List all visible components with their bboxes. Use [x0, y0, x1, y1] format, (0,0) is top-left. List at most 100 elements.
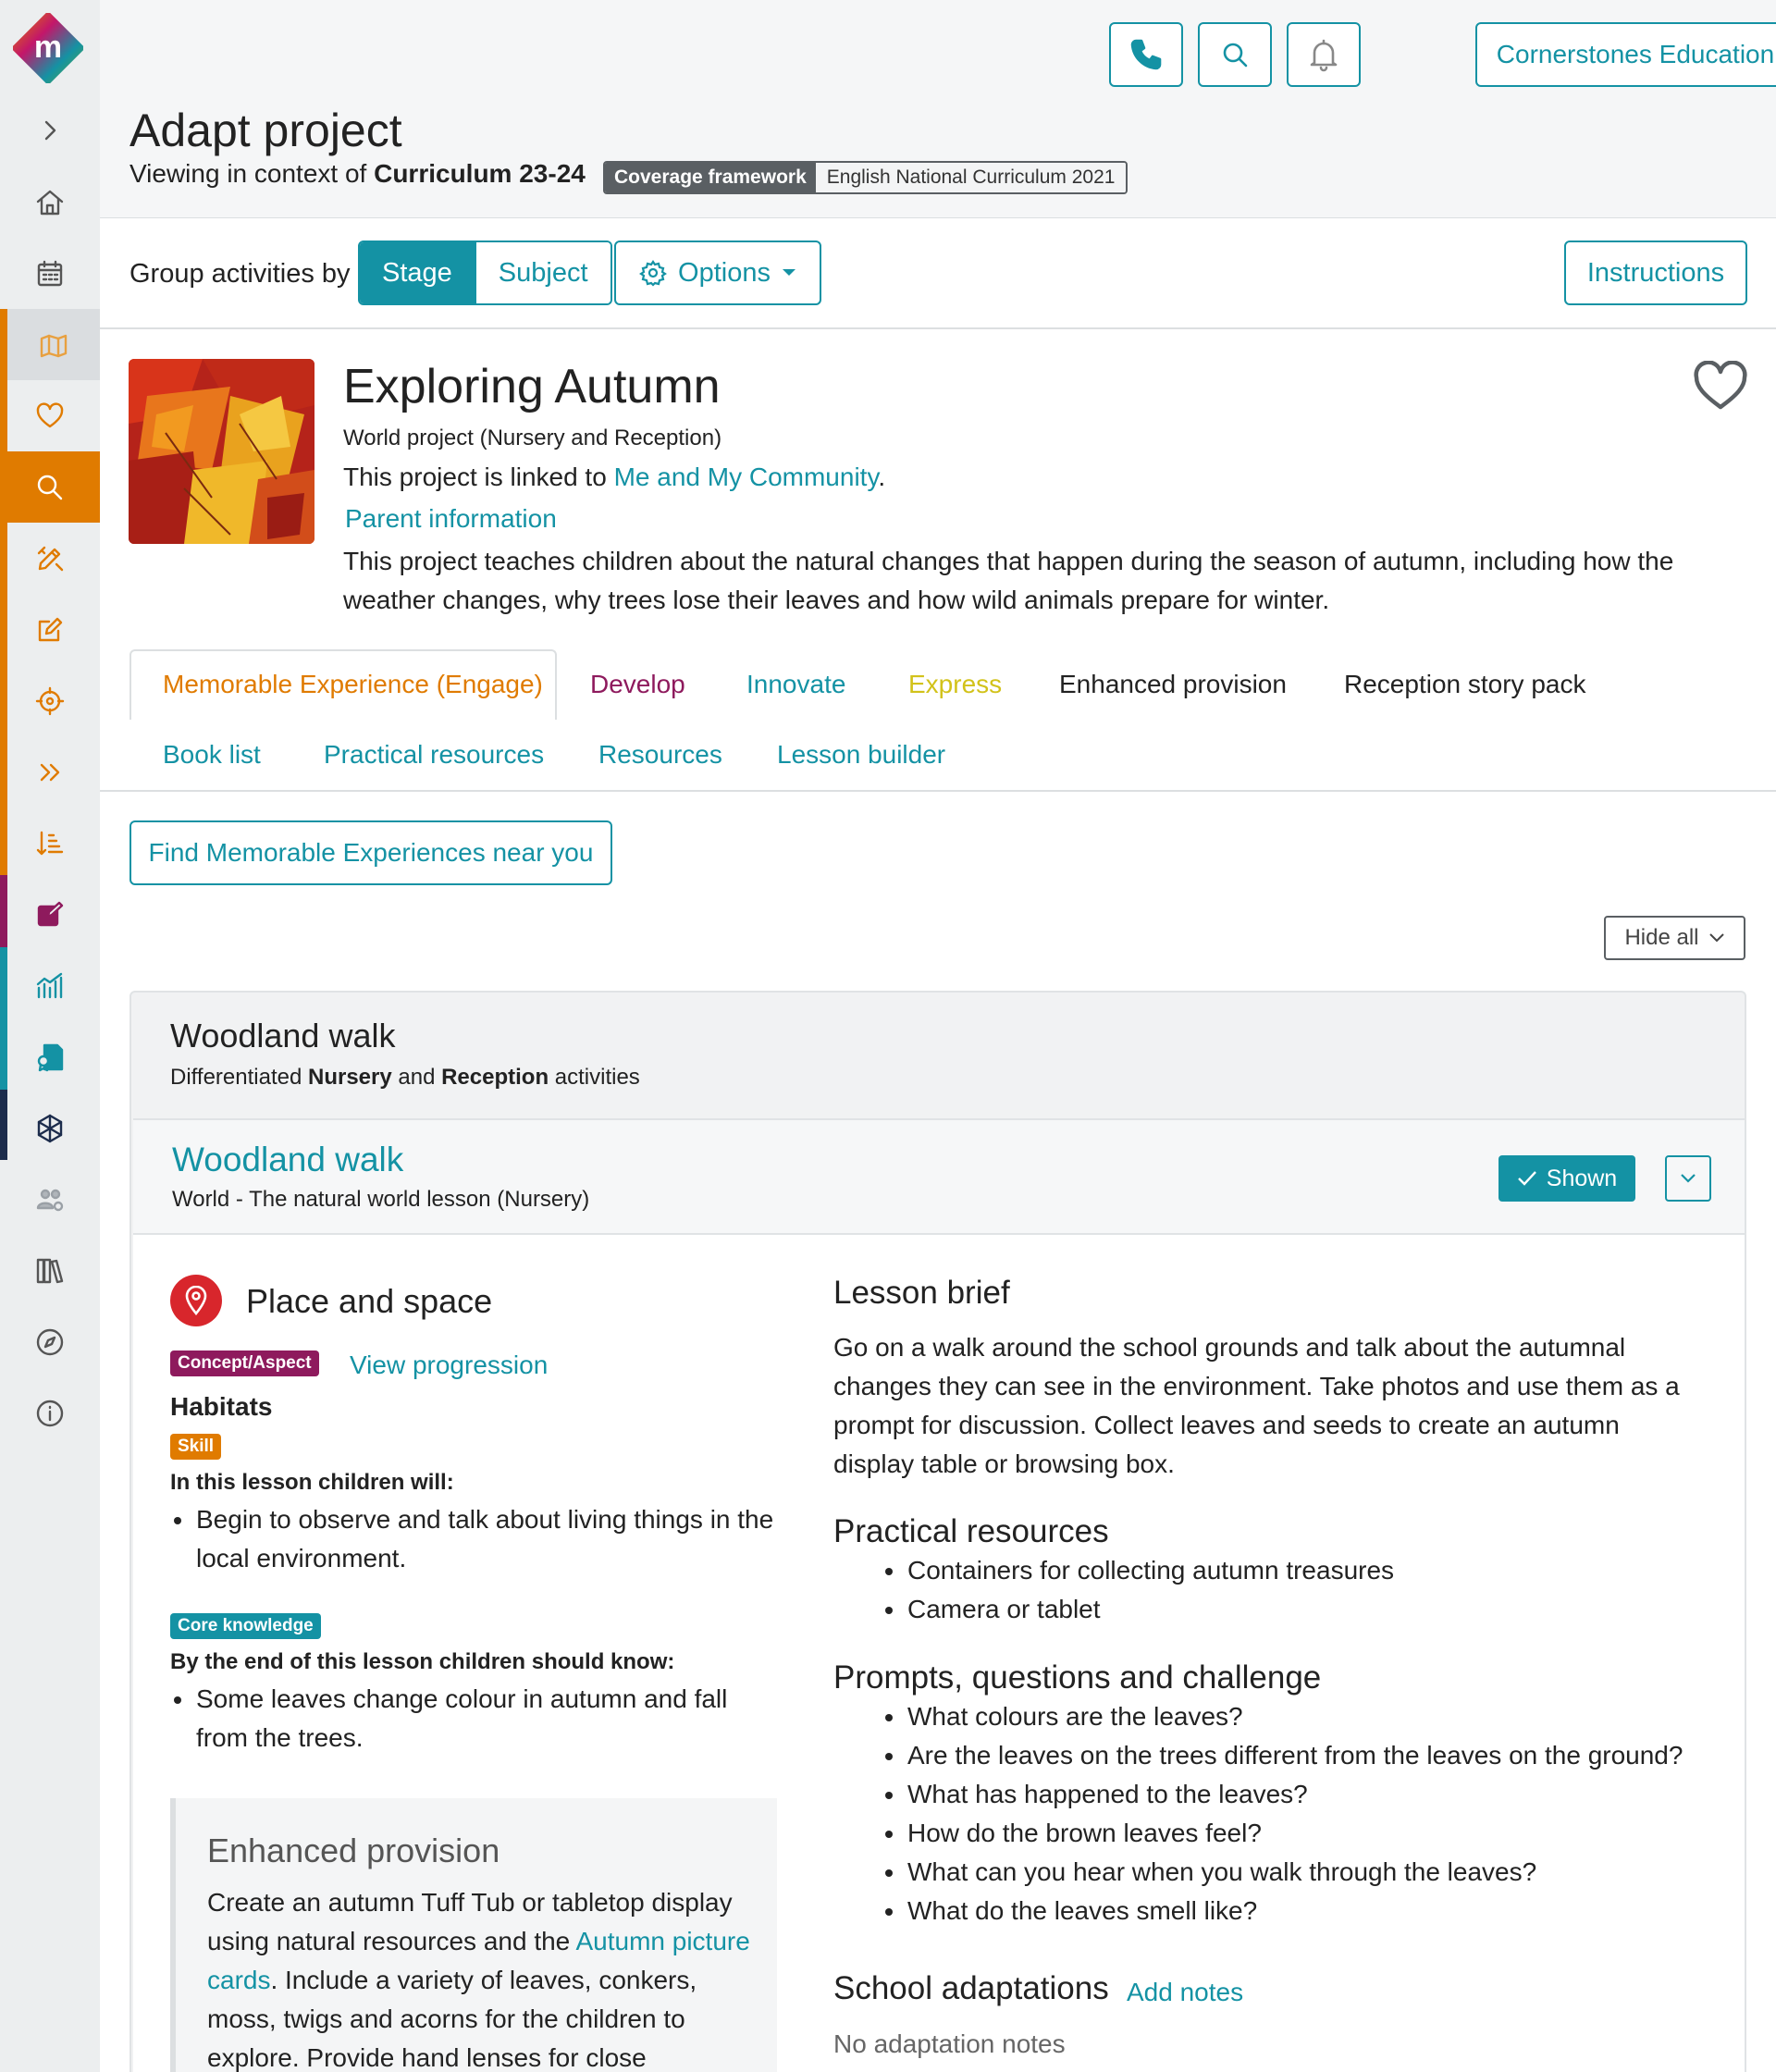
enhanced-provision-text: Create an autumn Tuff Tub or tabletop di…: [207, 1883, 762, 2072]
tab-develop[interactable]: Develop: [590, 670, 685, 699]
linked-project-link[interactable]: Me and My Community: [614, 462, 879, 491]
tab-innovate[interactable]: Innovate: [746, 670, 845, 699]
prompts-list: What colours are the leaves? Are the lea…: [882, 1697, 1714, 1930]
tab-book-list[interactable]: Book list: [163, 740, 261, 770]
tab-enhanced-provision[interactable]: Enhanced provision: [1059, 670, 1287, 699]
list-item: What colours are the leaves?: [882, 1697, 1714, 1736]
sidebar-item-favourites[interactable]: [0, 380, 100, 451]
lesson-title-link[interactable]: Woodland walk: [172, 1141, 403, 1179]
project-title: Exploring Autumn: [343, 360, 721, 413]
hide-all-button[interactable]: Hide all: [1604, 916, 1745, 960]
page-header: Cornerstones Education Adapt project Vie…: [100, 0, 1776, 218]
sidebar-item-explore[interactable]: [0, 1306, 100, 1377]
parent-information-link[interactable]: Parent information: [345, 504, 557, 534]
curriculum-name: Curriculum 23-24: [374, 159, 586, 188]
practical-resources-title: Practical resources: [833, 1513, 1109, 1549]
sidebar-item-projects[interactable]: [7, 309, 100, 380]
certificate-icon: [37, 1043, 64, 1071]
sidebar-item-target[interactable]: [0, 665, 100, 736]
map-icon: [40, 334, 68, 357]
lesson-subtitle: World - The natural world lesson (Nurser…: [172, 1187, 590, 1212]
tab-express[interactable]: Express: [908, 670, 1002, 699]
sidebar-item-users[interactable]: [0, 1164, 100, 1235]
chevrons-right-icon: [40, 763, 60, 781]
tab-resources[interactable]: Resources: [598, 740, 722, 770]
enhanced-text-part2: . Include a variety of leaves, conkers, …: [207, 1966, 697, 2072]
list-item: What has happened to the leaves?: [882, 1775, 1714, 1814]
project-linked-line: This project is linked to Me and My Comm…: [343, 462, 885, 492]
linked-prefix: This project is linked to: [343, 462, 614, 491]
tab-practical-resources[interactable]: Practical resources: [324, 740, 544, 770]
group-by-stage-button[interactable]: Stage: [360, 242, 475, 303]
bell-icon: [1310, 39, 1338, 72]
coverage-framework-badge: Coverage framework English National Curr…: [603, 161, 1128, 194]
phone-button[interactable]: [1109, 22, 1183, 87]
sidebar-item-library[interactable]: [0, 1235, 100, 1306]
list-item: How do the brown leaves feel?: [882, 1814, 1714, 1853]
options-button[interactable]: Options: [614, 240, 821, 305]
sidebar-item-design[interactable]: [0, 523, 100, 594]
coverage-label: Coverage framework: [605, 163, 816, 192]
organisation-switcher[interactable]: Cornerstones Education: [1475, 22, 1776, 87]
sidebar-item-network[interactable]: [0, 1092, 100, 1164]
notifications-button[interactable]: [1287, 22, 1361, 87]
logo-icon[interactable]: m: [13, 13, 83, 83]
options-label: Options: [678, 257, 771, 288]
chart-icon: [36, 972, 63, 998]
group-by-label: Group activities by: [130, 259, 351, 289]
sidebar-item-info[interactable]: [0, 1377, 100, 1449]
collapse-lesson-button[interactable]: [1665, 1155, 1711, 1202]
list-item: Are the leaves on the trees different fr…: [882, 1736, 1714, 1775]
instructions-button[interactable]: Instructions: [1564, 240, 1747, 305]
heart-icon: [36, 401, 64, 427]
lesson-brief-text: Go on a walk around the school grounds a…: [833, 1333, 1680, 1478]
location-pin-icon: [170, 1275, 222, 1326]
group-sub-reception: Reception: [441, 1065, 549, 1090]
edit-icon: [38, 617, 63, 641]
list-item: Containers for collecting autumn treasur…: [882, 1551, 1696, 1590]
sidebar-item-certificates[interactable]: [0, 1021, 100, 1092]
tab-reception-story-pack[interactable]: Reception story pack: [1344, 670, 1585, 699]
group-toolbar: Group activities by Stage Subject Option…: [100, 218, 1776, 329]
shown-toggle-button[interactable]: Shown: [1498, 1155, 1635, 1202]
group-sub-and: and: [391, 1065, 442, 1090]
group-sub-prefix: Differentiated: [170, 1065, 308, 1090]
page-title: Adapt project: [130, 105, 402, 156]
list-item: Some leaves change colour in autumn and …: [170, 1680, 781, 1758]
core-knowledge-list: Some leaves change colour in autumn and …: [170, 1680, 781, 1758]
group-by-subject-button[interactable]: Subject: [474, 242, 610, 303]
sidebar-item-forward[interactable]: [0, 736, 100, 808]
group-sub-suffix: activities: [549, 1065, 640, 1090]
sidebar-item-calendar[interactable]: [0, 238, 100, 309]
gear-icon: [639, 260, 667, 287]
find-memorable-experiences-button[interactable]: Find Memorable Experiences near you: [130, 820, 612, 885]
sidebar-item-sequence[interactable]: [0, 808, 100, 879]
favourite-heart-icon[interactable]: [1693, 361, 1748, 413]
sidebar-item-progress[interactable]: [0, 950, 100, 1021]
tab-lesson-builder[interactable]: Lesson builder: [777, 740, 945, 770]
expand-sidebar-button[interactable]: [0, 94, 100, 166]
search-icon: [1223, 43, 1248, 68]
organisation-name[interactable]: Cornerstones Education: [1477, 24, 1776, 85]
sidebar: m: [0, 0, 100, 2072]
project-image: [129, 359, 314, 544]
sidebar-item-home[interactable]: [0, 166, 100, 238]
skill-intro: In this lesson children will:: [170, 1470, 454, 1495]
network-icon: [37, 1114, 63, 1142]
sidebar-item-assess[interactable]: [0, 879, 100, 950]
tab-memorable-experience[interactable]: Memorable Experience (Engage): [163, 670, 543, 699]
lesson-brief-title: Lesson brief: [833, 1275, 1010, 1311]
add-notes-link[interactable]: Add notes: [1127, 1978, 1243, 2007]
target-icon: [35, 686, 65, 715]
search-icon: [37, 475, 63, 500]
shown-label: Shown: [1546, 1165, 1618, 1191]
group-by-toggle: Stage Subject: [358, 240, 612, 305]
sidebar-item-search[interactable]: [0, 451, 100, 523]
chevron-down-icon: [1708, 933, 1724, 943]
school-adaptations-title: School adaptations: [833, 1970, 1109, 2006]
header-search-button[interactable]: [1198, 22, 1272, 87]
sidebar-item-edit[interactable]: [0, 594, 100, 665]
library-icon: [36, 1258, 64, 1283]
view-progression-link[interactable]: View progression: [350, 1350, 548, 1380]
caret-down-icon: [782, 269, 796, 276]
